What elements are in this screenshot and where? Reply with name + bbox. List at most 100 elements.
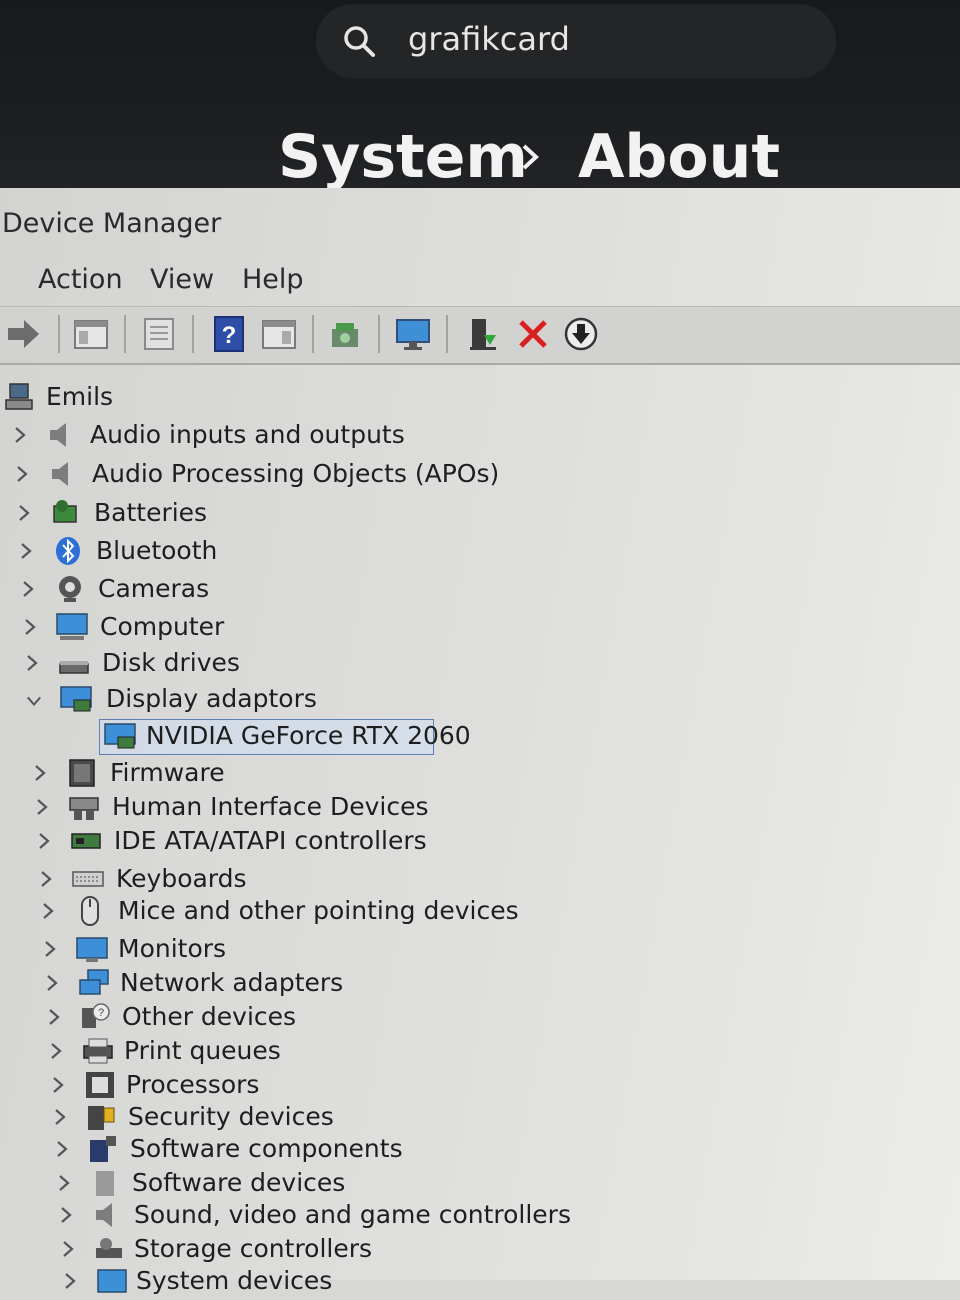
category-keyboards[interactable]: Keyboards: [38, 862, 598, 898]
properties-icon[interactable]: [140, 315, 178, 353]
category-label: Bluetooth: [96, 536, 218, 565]
chevron-right-icon[interactable]: [18, 542, 34, 560]
category-label: Disk drives: [102, 648, 240, 677]
uninstall-device-icon[interactable]: [514, 315, 552, 353]
chevron-right-icon[interactable]: [50, 1076, 66, 1094]
chevron-right-icon[interactable]: [54, 1140, 70, 1158]
battery-icon: [53, 500, 77, 523]
scan-for-hardware-changes-icon[interactable]: [562, 315, 600, 353]
chevron-right-icon[interactable]: [60, 1240, 76, 1258]
device-nvidia-geforce-rtx-2060[interactable]: NVIDIA GeForce RTX 2060: [104, 719, 471, 755]
category-label: Computer: [100, 612, 225, 641]
security-device-icon: [88, 1106, 115, 1130]
chevron-right-icon[interactable]: [14, 465, 30, 483]
monitor-icon[interactable]: [394, 315, 432, 353]
category-processors[interactable]: Processors: [50, 1068, 610, 1104]
back-arrow-icon[interactable]: [4, 315, 42, 353]
enable-device-icon[interactable]: [464, 315, 502, 353]
menu-view[interactable]: View: [150, 264, 214, 295]
device-label: NVIDIA GeForce RTX 2060: [146, 721, 471, 750]
category-print-queues[interactable]: Print queues: [48, 1034, 608, 1070]
firmware-icon: [69, 759, 95, 787]
software-device-icon: [96, 1171, 114, 1196]
category-sound-video-and-game-controllers[interactable]: Sound, video and game controllers: [58, 1198, 618, 1234]
menu-help[interactable]: Help: [242, 264, 304, 295]
category-cameras[interactable]: Cameras: [20, 572, 580, 608]
category-label: Firmware: [110, 758, 225, 787]
chevron-right-icon[interactable]: [32, 764, 48, 782]
category-computer[interactable]: Computer: [22, 610, 582, 646]
category-human-interface-devices[interactable]: Human Interface Devices: [34, 790, 594, 826]
chevron-right-icon[interactable]: [52, 1108, 68, 1126]
category-label: Processors: [126, 1070, 260, 1099]
speaker-icon: [52, 462, 68, 486]
system-devices-icon: [97, 1269, 127, 1293]
chevron-right-icon[interactable]: [38, 870, 54, 888]
printer-icon: [83, 1038, 113, 1064]
category-software-devices[interactable]: Software devices: [56, 1166, 616, 1202]
category-disk-drives[interactable]: Disk drives: [24, 646, 584, 682]
monitor-icon: [76, 937, 108, 962]
category-storage-controllers[interactable]: Storage controllers: [60, 1232, 620, 1268]
category-network-adapters[interactable]: Network adapters: [44, 966, 604, 1002]
action-pane-icon[interactable]: [260, 315, 298, 353]
chevron-right-icon[interactable]: [62, 1272, 78, 1290]
category-label: Mice and other pointing devices: [118, 896, 519, 925]
category-mice-and-other-pointing-devices[interactable]: Mice and other pointing devices: [40, 894, 600, 930]
sound-icon: [96, 1203, 112, 1227]
breadcrumb-system[interactable]: System: [278, 122, 528, 192]
chevron-right-icon[interactable]: [24, 654, 40, 672]
device-tree: Emils Audio inputs and outputs Audio Pro…: [0, 366, 960, 1295]
settings-search-box[interactable]: [316, 4, 836, 78]
chevron-right-icon[interactable]: [42, 940, 58, 958]
category-security-devices[interactable]: Security devices: [52, 1100, 612, 1136]
chevron-right-icon[interactable]: [48, 1042, 64, 1060]
category-label: Software components: [130, 1134, 403, 1163]
category-label: Batteries: [94, 498, 208, 527]
category-monitors[interactable]: Monitors: [42, 932, 602, 968]
category-other-devices[interactable]: ? Other devices: [46, 1000, 606, 1036]
bluetooth-icon: [56, 537, 80, 565]
chevron-right-icon[interactable]: [46, 1008, 62, 1026]
category-audio-processing-objects[interactable]: Audio Processing Objects (APOs): [14, 457, 574, 493]
help-icon[interactable]: ?: [210, 315, 248, 353]
category-display-adaptors[interactable]: Display adaptors: [26, 682, 586, 718]
chevron-right-icon[interactable]: [56, 1174, 72, 1192]
category-audio-inputs-and-outputs[interactable]: Audio inputs and outputs: [12, 418, 572, 454]
menu-action[interactable]: Action: [38, 264, 123, 295]
chevron-down-icon[interactable]: [26, 692, 42, 710]
tree-root[interactable]: Emils: [0, 380, 420, 416]
category-firmware[interactable]: Firmware: [32, 756, 592, 792]
chevron-right-icon[interactable]: [36, 832, 52, 850]
chevron-right-icon[interactable]: [40, 902, 56, 920]
search-input[interactable]: grafikcard: [408, 20, 570, 58]
chevron-right-icon[interactable]: [20, 580, 36, 598]
chevron-right-icon[interactable]: [34, 798, 50, 816]
svg-text:?: ?: [222, 322, 237, 349]
show-hide-console-tree-icon[interactable]: [72, 315, 110, 353]
category-batteries[interactable]: Batteries: [16, 496, 576, 532]
disk-drive-icon: [59, 661, 89, 674]
computer-icon: [56, 613, 88, 640]
chevron-right-icon[interactable]: [12, 426, 28, 444]
menu-bar: Action View Help: [0, 264, 960, 304]
category-label: Software devices: [132, 1168, 346, 1197]
category-system-devices[interactable]: System devices: [62, 1264, 622, 1300]
chevron-right-icon[interactable]: [58, 1206, 74, 1224]
chevron-right-icon[interactable]: [44, 974, 60, 992]
category-bluetooth[interactable]: Bluetooth: [18, 534, 578, 570]
category-label: Storage controllers: [134, 1234, 373, 1263]
category-label: Display adaptors: [106, 684, 317, 713]
category-ide-ata-atapi-controllers[interactable]: IDE ATA/ATAPI controllers: [36, 824, 596, 860]
category-label: Sound, video and game controllers: [134, 1200, 571, 1229]
chevron-right-icon[interactable]: [16, 504, 32, 522]
category-software-components[interactable]: Software components: [54, 1132, 614, 1168]
update-driver-icon[interactable]: [326, 315, 364, 353]
category-label: Human Interface Devices: [112, 792, 429, 821]
search-icon: [344, 26, 375, 57]
category-label: System devices: [136, 1266, 333, 1295]
computer-root-icon: [5, 383, 33, 410]
chevron-right-icon[interactable]: [22, 618, 38, 636]
category-label: Network adapters: [120, 968, 344, 997]
breadcrumb-about: About: [578, 122, 781, 192]
